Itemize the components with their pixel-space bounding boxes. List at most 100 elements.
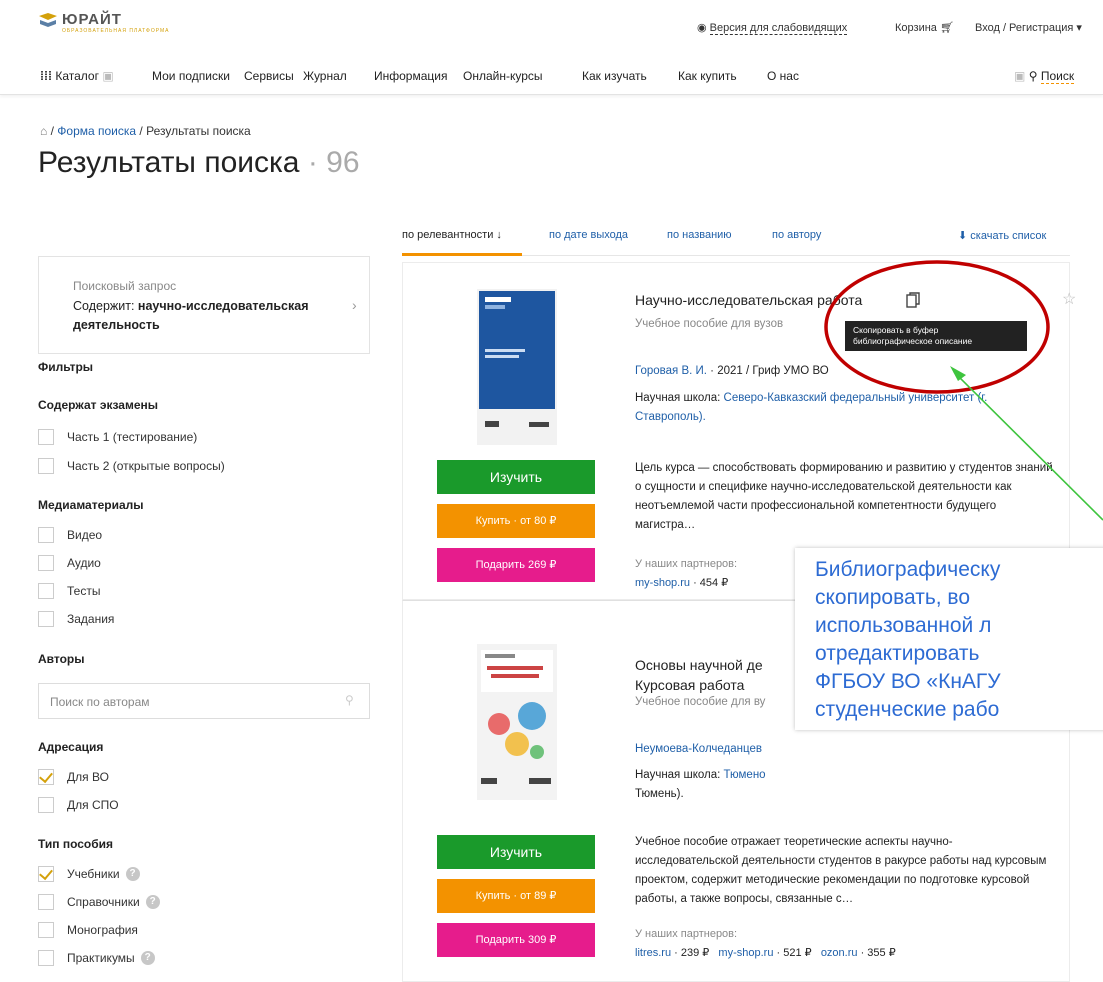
annotation-line: отредактировать: [815, 642, 980, 665]
checkbox[interactable]: [38, 555, 54, 571]
chevron-right-icon: ›: [352, 297, 357, 313]
breadcrumb: ⌂ / Форма поиска / Результаты поиска: [40, 124, 251, 138]
filter-audience-vo[interactable]: Для ВО: [38, 769, 109, 785]
filter-label: Задания: [67, 612, 115, 626]
checkbox[interactable]: [38, 950, 54, 966]
sort-author[interactable]: по автору: [772, 229, 821, 241]
partner-link[interactable]: ozon.ru: [821, 947, 858, 959]
sort-date[interactable]: по дате выхода: [549, 229, 628, 241]
copy-icon[interactable]: [906, 292, 920, 308]
book-author[interactable]: Горовая В. И.: [635, 365, 707, 377]
filter-label: Практикумы: [67, 951, 135, 965]
filter-type-reference[interactable]: Справочники?: [38, 894, 160, 910]
buy-button[interactable]: Купить · от 89 ₽: [437, 879, 595, 913]
nav-item-how-to-study[interactable]: Как изучать: [582, 69, 647, 83]
sort-relevance[interactable]: по релевантности ↓: [402, 229, 502, 241]
checkbox[interactable]: [38, 429, 54, 445]
catalog-menu[interactable]: ⁞⁞⁞ Каталог ▣: [40, 69, 114, 83]
nav-item-services[interactable]: Сервисы: [244, 69, 294, 83]
search-button[interactable]: ▣ ⚲ Поиск: [1014, 69, 1075, 84]
home-icon[interactable]: ⌂: [40, 124, 47, 138]
filter-label: Учебники: [67, 867, 120, 881]
search-query-box[interactable]: Поисковый запрос Содержит: научно-исслед…: [38, 256, 370, 354]
buy-button[interactable]: Купить · от 80 ₽: [437, 504, 595, 538]
filter-audience-spo[interactable]: Для СПО: [38, 797, 119, 813]
nav-item-online-courses[interactable]: Онлайн-курсы: [463, 69, 543, 83]
study-button[interactable]: Изучить: [437, 460, 595, 494]
book-meta: · 2021 / Гриф УМО ВО: [706, 365, 829, 377]
help-icon[interactable]: ?: [145, 895, 160, 909]
cart-link[interactable]: Корзина 🛒︎: [895, 21, 954, 34]
filter-media-video[interactable]: Видео: [38, 527, 102, 543]
book-title[interactable]: Научно-исследовательская работа: [635, 292, 862, 308]
checkbox-checked[interactable]: [38, 866, 54, 882]
school-city: Тюмень).: [635, 788, 684, 800]
filter-type-practicums[interactable]: Практикумы?: [38, 950, 155, 966]
book-subtitle: Учебное пособие для ву: [635, 696, 766, 708]
download-list-label: скачать список: [970, 230, 1047, 242]
cart-icon: 🛒︎: [939, 22, 954, 34]
logo[interactable]: ЮРАЙТ ОБРАЗОВАТЕЛЬНАЯ ПЛАТФОРМА: [38, 12, 170, 34]
query-prefix: Содержит:: [73, 299, 138, 313]
study-button[interactable]: Изучить: [437, 835, 595, 869]
annotation-line: ФГБОУ ВО «КнАГУ: [815, 670, 1001, 693]
filter-exam-part2[interactable]: Часть 2 (открытые вопросы): [38, 458, 225, 474]
filter-label: Часть 1 (тестирование): [67, 430, 198, 444]
book-author[interactable]: Неумоева-Колчеданцев: [635, 743, 762, 755]
checkbox[interactable]: [38, 583, 54, 599]
book-author-line: Горовая В. И. · 2021 / Гриф УМО ВО: [635, 365, 829, 377]
book-cover[interactable]: [477, 644, 557, 800]
search-icon: ⚲: [345, 693, 354, 707]
accessibility-link[interactable]: ◉ Версия для слабовидящих: [697, 21, 848, 35]
catalog-toggle-icon: ▣: [102, 69, 114, 83]
nav-item-info[interactable]: Информация: [374, 69, 447, 83]
nav-item-about[interactable]: О нас: [767, 69, 799, 83]
sort-title[interactable]: по названию: [667, 229, 732, 241]
book-partners: У наших партнеров: litres.ru · 239 ₽ my-…: [635, 925, 896, 963]
checkbox[interactable]: [38, 797, 54, 813]
login-link[interactable]: Вход / Регистрация ▾: [975, 21, 1082, 34]
top-bar: ЮРАЙТ ОБРАЗОВАТЕЛЬНАЯ ПЛАТФОРМА ◉ Версия…: [0, 0, 1103, 60]
nav-item-how-to-buy[interactable]: Как купить: [678, 69, 737, 83]
annotation-line: студенческие рабо: [815, 698, 1000, 721]
filter-label: Для СПО: [67, 798, 119, 812]
download-icon: ⬇: [958, 230, 968, 242]
filter-exam-part1[interactable]: Часть 1 (тестирование): [38, 429, 197, 445]
breadcrumb-current: Результаты поиска: [146, 124, 251, 138]
school-link[interactable]: Тюмено: [724, 769, 766, 781]
book-title[interactable]: Основы научной де: [635, 657, 763, 673]
filter-type-textbooks[interactable]: Учебники?: [38, 866, 140, 882]
partner-link[interactable]: my-shop.ru: [635, 577, 690, 589]
filter-media-tests[interactable]: Тесты: [38, 583, 100, 599]
annotation-box: Библиографическу скопировать, во использ…: [795, 548, 1103, 730]
author-search-input[interactable]: Поиск по авторам ⚲: [38, 683, 370, 719]
checkbox[interactable]: [38, 611, 54, 627]
partner-price: · 521 ₽: [773, 947, 812, 959]
filter-media-tasks[interactable]: Задания: [38, 611, 114, 627]
gift-button[interactable]: Подарить 269 ₽: [437, 548, 595, 582]
filter-label: Часть 2 (открытые вопросы): [67, 459, 225, 473]
filter-type-monograph[interactable]: Монография: [38, 922, 138, 938]
help-icon[interactable]: ?: [125, 867, 140, 881]
checkbox[interactable]: [38, 894, 54, 910]
filter-label: Видео: [67, 528, 103, 542]
results-count: 96: [326, 146, 360, 179]
sort-active-underline: [402, 253, 522, 256]
panel-icon: ▣: [1014, 69, 1026, 83]
favorite-star-icon[interactable]: ☆: [1062, 289, 1076, 309]
filter-media-audio[interactable]: Аудио: [38, 555, 101, 571]
partner-link[interactable]: my-shop.ru: [718, 947, 773, 959]
partner-link[interactable]: litres.ru: [635, 947, 671, 959]
breadcrumb-search-form[interactable]: Форма поиска: [57, 124, 136, 138]
cart-label: Корзина: [895, 22, 937, 34]
help-icon[interactable]: ?: [140, 951, 155, 965]
checkbox[interactable]: [38, 458, 54, 474]
nav-item-journal[interactable]: Журнал: [303, 69, 347, 83]
book-cover[interactable]: [477, 289, 557, 445]
checkbox[interactable]: [38, 527, 54, 543]
download-list-link[interactable]: ⬇ скачать список: [958, 229, 1046, 242]
checkbox[interactable]: [38, 922, 54, 938]
gift-button[interactable]: Подарить 309 ₽: [437, 923, 595, 957]
checkbox-checked[interactable]: [38, 769, 54, 785]
nav-item-subscriptions[interactable]: Мои подписки: [152, 69, 230, 83]
